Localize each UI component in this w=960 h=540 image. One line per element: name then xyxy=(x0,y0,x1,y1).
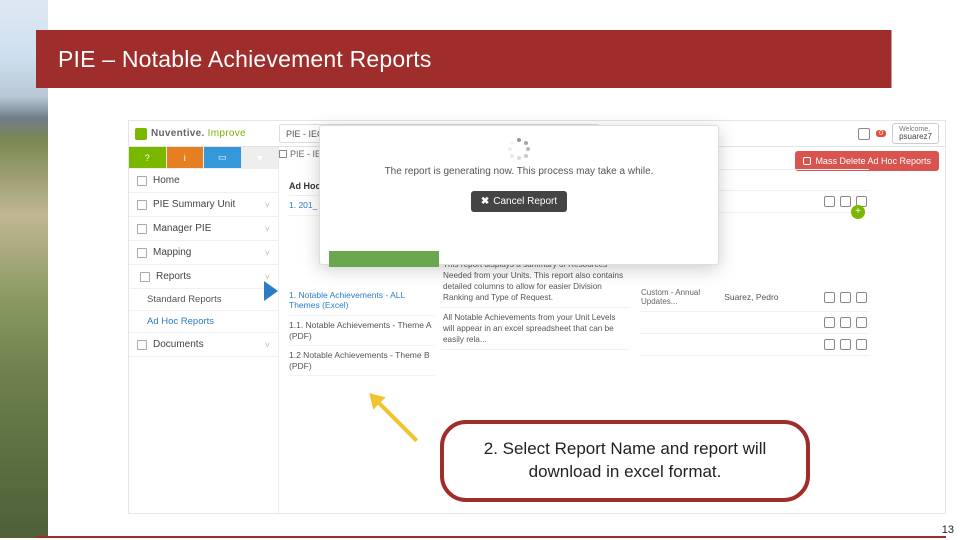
nav-home[interactable]: Home xyxy=(129,169,278,193)
brand-name: Nuventive. Improve xyxy=(151,128,246,139)
open-icon[interactable] xyxy=(824,317,835,328)
chevron-down-icon: ˅ xyxy=(265,224,270,234)
footer-rule xyxy=(36,536,946,538)
row-actions[interactable] xyxy=(824,292,867,303)
table-row xyxy=(639,334,869,356)
notification-count-badge: 0 xyxy=(876,130,886,137)
add-report-button[interactable]: + xyxy=(851,205,865,219)
left-nav: Home PIE Summary Unit˅ Manager PIE˅ Mapp… xyxy=(129,169,279,513)
mass-delete-button[interactable]: Mass Delete Ad Hoc Reports xyxy=(795,151,939,171)
generating-report-modal: The report is generating now. This proce… xyxy=(319,125,719,265)
home-icon xyxy=(137,176,147,186)
instruction-callout: 2. Select Report Name and report will do… xyxy=(440,420,810,502)
delete-icon[interactable] xyxy=(856,317,867,328)
tab-filter[interactable]: ▼ xyxy=(242,147,280,168)
open-icon[interactable] xyxy=(824,339,835,350)
delete-icon[interactable] xyxy=(856,292,867,303)
close-icon: ✖ xyxy=(481,196,489,207)
open-icon[interactable] xyxy=(824,292,835,303)
slide-title-bar: PIE – Notable Achievement Reports xyxy=(36,30,946,88)
reports-icon xyxy=(140,272,150,282)
edit-icon[interactable] xyxy=(840,339,851,350)
chevron-down-icon: ˅ xyxy=(265,200,270,210)
square-icon xyxy=(279,150,287,158)
nav-manager-pie[interactable]: Manager PIE˅ xyxy=(129,217,278,241)
edit-icon[interactable] xyxy=(840,292,851,303)
chevron-down-icon: ˅ xyxy=(265,248,270,258)
nav-reports[interactable]: Reports˅ xyxy=(129,265,278,289)
chevron-down-icon: ˅ xyxy=(265,272,270,282)
app-brand: Nuventive. Improve xyxy=(129,128,279,140)
modal-message: The report is generating now. This proce… xyxy=(320,166,718,177)
nav-standard-reports[interactable]: Standard Reports xyxy=(129,289,278,311)
cancel-report-button[interactable]: ✖ Cancel Report xyxy=(471,191,567,212)
tab-orange[interactable]: i xyxy=(167,147,205,168)
category-cell: Custom - Annual Updates... xyxy=(641,288,724,306)
tab-blue[interactable]: ▭ xyxy=(204,147,242,168)
open-icon[interactable] xyxy=(824,196,835,207)
slide-title: PIE – Notable Achievement Reports xyxy=(58,46,432,73)
building-icon xyxy=(137,200,147,210)
table-row: Custom - Annual Updates... Suarez, Pedro xyxy=(639,283,869,312)
edit-icon[interactable] xyxy=(840,317,851,328)
delete-icon[interactable] xyxy=(856,339,867,350)
view-mode-tabs[interactable]: ? i ▭ ▼ xyxy=(129,147,279,169)
nav-pie-summary[interactable]: PIE Summary Unit˅ xyxy=(129,193,278,217)
nav-adhoc-reports[interactable]: Ad Hoc Reports xyxy=(129,311,278,333)
edit-icon[interactable] xyxy=(840,196,851,207)
user-menu[interactable]: Welcome, psuarez7 xyxy=(892,123,939,144)
nav-documents[interactable]: Documents˅ xyxy=(129,333,278,357)
report-link[interactable]: 1.2 Notable Achievements - Theme B (PDF) xyxy=(289,346,435,376)
nav-mapping[interactable]: Mapping˅ xyxy=(129,241,278,265)
report-link[interactable]: 1.1. Notable Achievements - Theme A (PDF… xyxy=(289,316,435,346)
chevron-down-icon: ˅ xyxy=(265,340,270,350)
highlight-bar xyxy=(329,251,439,267)
pencil-icon xyxy=(137,224,147,234)
mass-delete-label: Mass Delete Ad Hoc Reports xyxy=(815,156,931,166)
table-row xyxy=(639,312,869,334)
notifications-icon[interactable] xyxy=(858,128,870,140)
tab-green[interactable]: ? xyxy=(129,147,167,168)
report-description: All Notable Achievements from your Unit … xyxy=(441,308,629,350)
created-by-cell: Suarez, Pedro xyxy=(724,292,824,302)
callout-text: 2. Select Report Name and report will do… xyxy=(462,438,788,484)
lock-icon xyxy=(803,157,811,165)
row-actions[interactable] xyxy=(824,339,867,350)
active-nav-pointer-icon xyxy=(264,281,278,301)
loading-spinner-icon xyxy=(508,138,530,160)
report-link-notable-all[interactable]: 1. Notable Achievements - ALL Themes (Ex… xyxy=(289,286,435,316)
share-icon xyxy=(137,248,147,258)
cancel-report-label: Cancel Report xyxy=(493,196,557,207)
slide-page-number: 13 xyxy=(942,524,954,536)
welcome-username: psuarez7 xyxy=(899,132,932,141)
annotation-arrow-icon xyxy=(365,389,427,451)
row-actions[interactable] xyxy=(824,317,867,328)
copy-icon xyxy=(137,340,147,350)
brand-logo-icon xyxy=(135,128,147,140)
